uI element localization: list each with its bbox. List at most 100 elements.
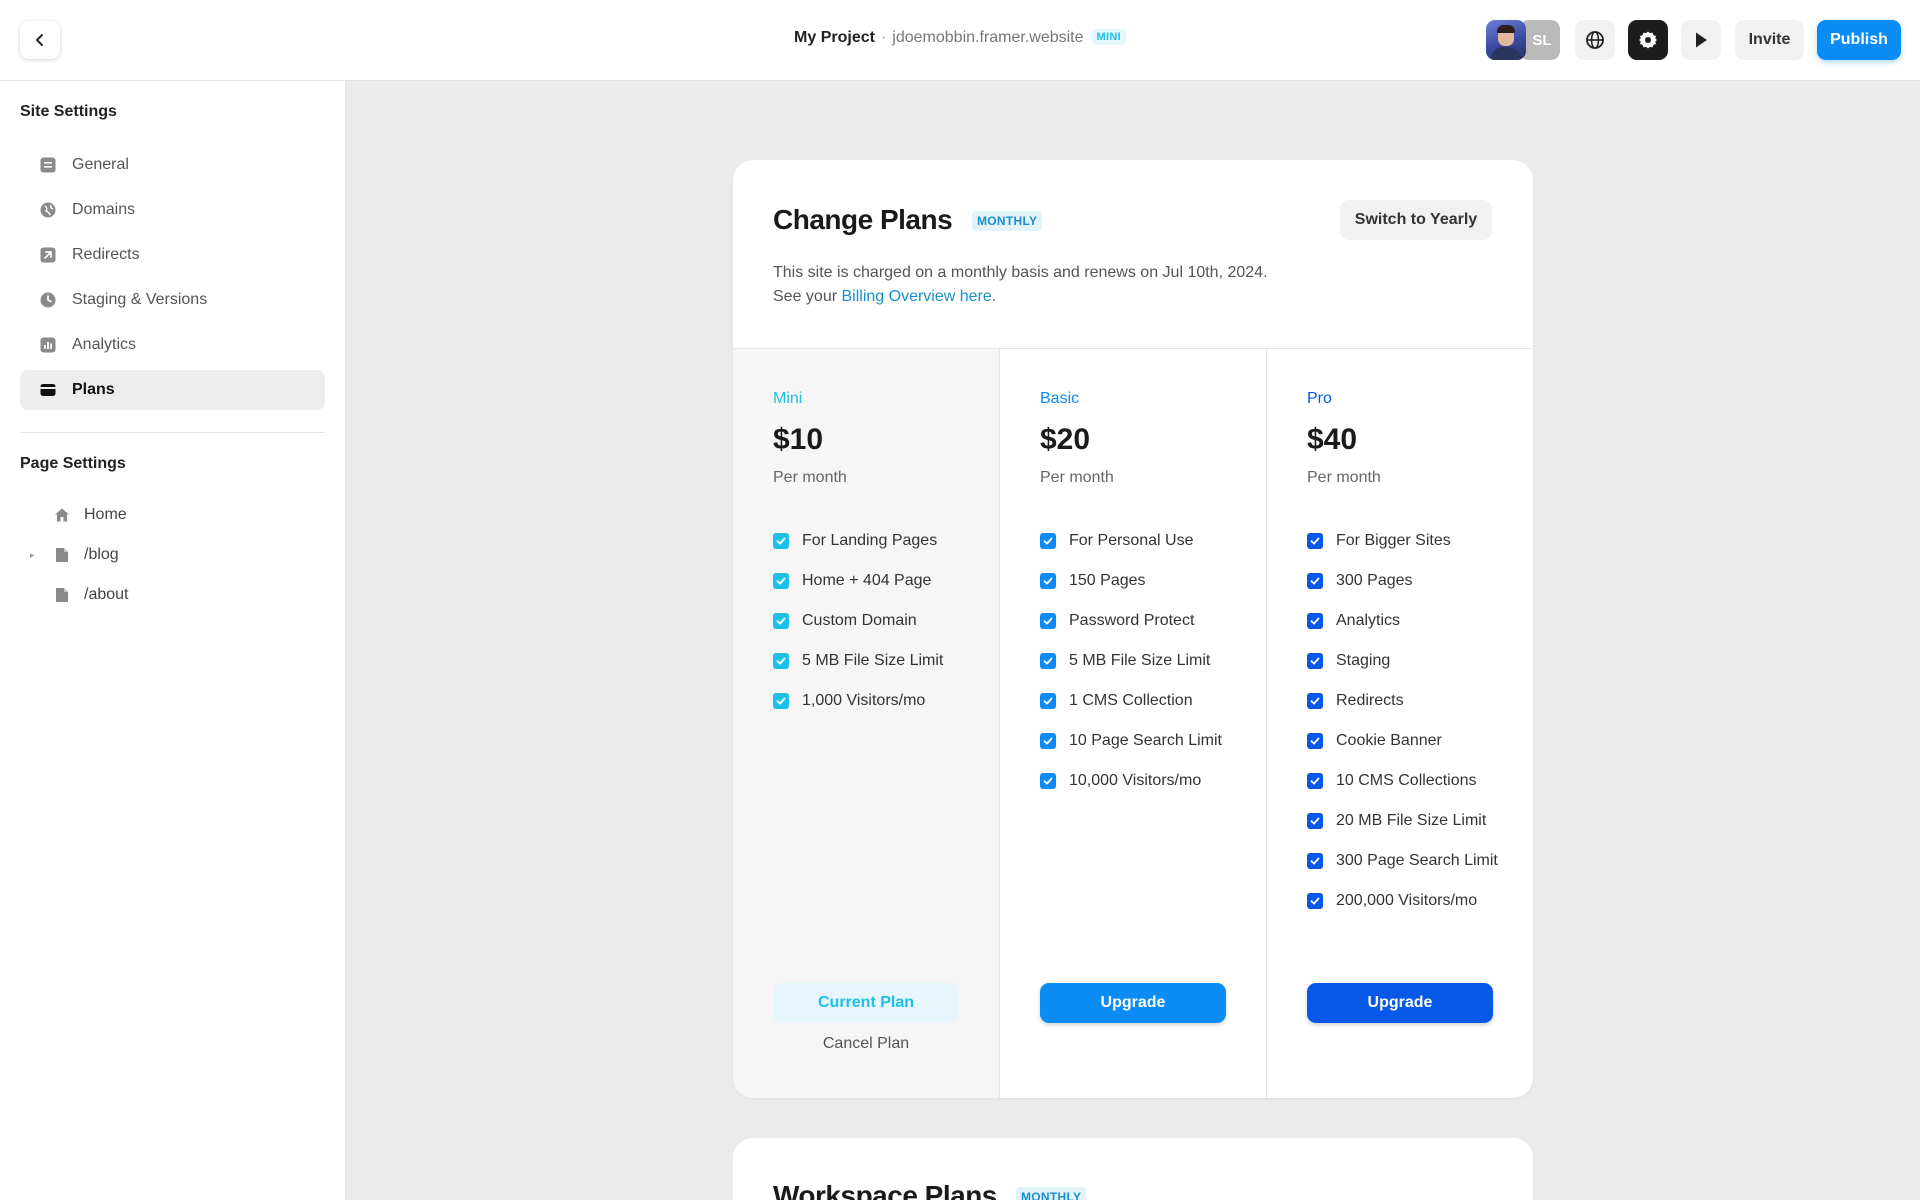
current-plan-button[interactable]: Current Plan (773, 983, 959, 1023)
feature-label: 300 Pages (1336, 572, 1413, 589)
page-item-about[interactable]: /about (20, 577, 325, 613)
feature-label: For Personal Use (1069, 532, 1194, 549)
plan-column-pro: Pro $40 Per month For Bigger Sites 300 Pa… (1266, 349, 1532, 1098)
feature-label: 150 Pages (1069, 572, 1146, 589)
plan-badge: MINI (1091, 29, 1126, 45)
change-plans-title: Change Plans (773, 204, 953, 235)
sidebar-item-label: Plans (72, 381, 115, 398)
globe-button[interactable] (1575, 20, 1615, 60)
checkbox-icon (773, 693, 789, 709)
page-icon (54, 547, 70, 563)
sidebar-item-label: Analytics (72, 336, 137, 353)
checkbox-icon (773, 653, 789, 669)
plan-period: Per month (773, 469, 847, 486)
checkbox-icon (773, 533, 789, 549)
settings-button[interactable] (1628, 20, 1668, 60)
sidebar-item-analytics[interactable]: Analytics (20, 325, 325, 365)
feature-item: Redirects (1307, 681, 1498, 721)
checkbox-icon (1040, 613, 1056, 629)
checkbox-icon (1040, 533, 1056, 549)
sidebar-item-redirects[interactable]: Redirects (20, 235, 325, 275)
feature-item: 1 CMS Collection (1040, 681, 1222, 721)
sidebar-item-plans[interactable]: Plans (20, 370, 325, 410)
feature-item: For Bigger Sites (1307, 521, 1498, 561)
checkbox-icon (1040, 733, 1056, 749)
plan-name: Mini (773, 390, 803, 407)
sidebar-item-staging[interactable]: Staging & Versions (20, 280, 325, 320)
plan-column-mini: Mini $10 Per month For Landing Pages Home… (733, 349, 999, 1098)
plan-period: Per month (1040, 469, 1114, 486)
feature-list: For Bigger Sites 300 Pages Analytics Stagin… (1307, 521, 1498, 921)
page-item-label: /blog (84, 546, 119, 563)
invite-button[interactable]: Invite (1735, 20, 1804, 60)
feature-label: 20 MB File Size Limit (1336, 812, 1487, 829)
sidebar-item-domains[interactable]: Domains (20, 190, 325, 230)
feature-label: 10 CMS Collections (1336, 772, 1477, 789)
feature-item: For Personal Use (1040, 521, 1222, 561)
workspace-plans-card: Workspace Plans MONTHLY (733, 1138, 1533, 1200)
checkbox-icon (1307, 533, 1323, 549)
checkbox-icon (1307, 813, 1323, 829)
redirect-arrow-icon (40, 247, 56, 263)
checkbox-icon (1040, 773, 1056, 789)
feature-item: 150 Pages (1040, 561, 1222, 601)
upgrade-pro-button[interactable]: Upgrade (1307, 983, 1493, 1023)
gear-icon (1639, 31, 1657, 49)
sidebar-item-label: Redirects (72, 246, 140, 263)
billing-overview-link[interactable]: Billing Overview here (841, 288, 991, 305)
feature-label: Password Protect (1069, 612, 1195, 629)
feature-item: Analytics (1307, 601, 1498, 641)
feature-item: Custom Domain (773, 601, 943, 641)
checkbox-icon (1040, 693, 1056, 709)
feature-item: Staging (1307, 641, 1498, 681)
user-avatar[interactable] (1486, 20, 1526, 60)
plan-name: Basic (1040, 390, 1080, 407)
sidebar-item-label: General (72, 156, 129, 173)
project-name[interactable]: My Project (794, 29, 875, 46)
page-item-blog[interactable]: ▸ /blog (20, 537, 325, 573)
project-domain[interactable]: jdoemobbin.framer.website (892, 29, 1083, 46)
expand-arrow-icon[interactable]: ▸ (30, 550, 46, 561)
play-icon (1696, 32, 1707, 48)
publish-button[interactable]: Publish (1817, 20, 1901, 60)
page-item-label: /about (84, 586, 129, 603)
feature-label: Home + 404 Page (802, 572, 932, 589)
feature-label: 10,000 Visitors/mo (1069, 772, 1202, 789)
feature-item: 200,000 Visitors/mo (1307, 881, 1498, 921)
feature-label: Cookie Banner (1336, 732, 1442, 749)
feature-item: 300 Pages (1307, 561, 1498, 601)
upgrade-basic-button[interactable]: Upgrade (1040, 983, 1226, 1023)
renewal-text: This site is charged on a monthly basis … (773, 264, 1268, 281)
feature-label: For Bigger Sites (1336, 532, 1451, 549)
page-item-label: Home (84, 506, 127, 523)
collaborator-avatars[interactable]: SL (1486, 20, 1562, 60)
feature-item: Password Protect (1040, 601, 1222, 641)
feature-list: For Personal Use 150 Pages Password Protec… (1040, 521, 1222, 801)
feature-item: 20 MB File Size Limit (1307, 801, 1498, 841)
sidebar: Site Settings General Domains Redirects … (0, 81, 346, 1200)
page-item-home[interactable]: Home (20, 497, 325, 533)
checkbox-icon (1307, 573, 1323, 589)
checkbox-icon (773, 573, 789, 589)
cancel-plan-link[interactable]: Cancel Plan (773, 1035, 959, 1053)
feature-item: 10,000 Visitors/mo (1040, 761, 1222, 801)
sidebar-item-general[interactable]: General (20, 145, 325, 185)
collaborator-avatar[interactable]: SL (1520, 20, 1560, 60)
billing-period-badge: MONTHLY (1016, 1187, 1087, 1200)
preview-button[interactable] (1681, 20, 1721, 60)
feature-item: For Landing Pages (773, 521, 943, 561)
feature-label: 5 MB File Size Limit (1069, 652, 1211, 669)
credit-card-icon (40, 382, 56, 398)
switch-to-yearly-button[interactable]: Switch to Yearly (1340, 200, 1492, 240)
workspace-plans-title: Workspace Plans (773, 1180, 997, 1200)
checkbox-icon (1307, 693, 1323, 709)
globe-icon (40, 202, 56, 218)
general-icon (40, 157, 56, 173)
feature-label: Custom Domain (802, 612, 917, 629)
page-settings-heading: Page Settings (20, 455, 126, 472)
plan-period: Per month (1307, 469, 1381, 486)
feature-label: 1 CMS Collection (1069, 692, 1193, 709)
plan-name: Pro (1307, 390, 1332, 407)
checkbox-icon (1307, 853, 1323, 869)
checkbox-icon (1307, 653, 1323, 669)
